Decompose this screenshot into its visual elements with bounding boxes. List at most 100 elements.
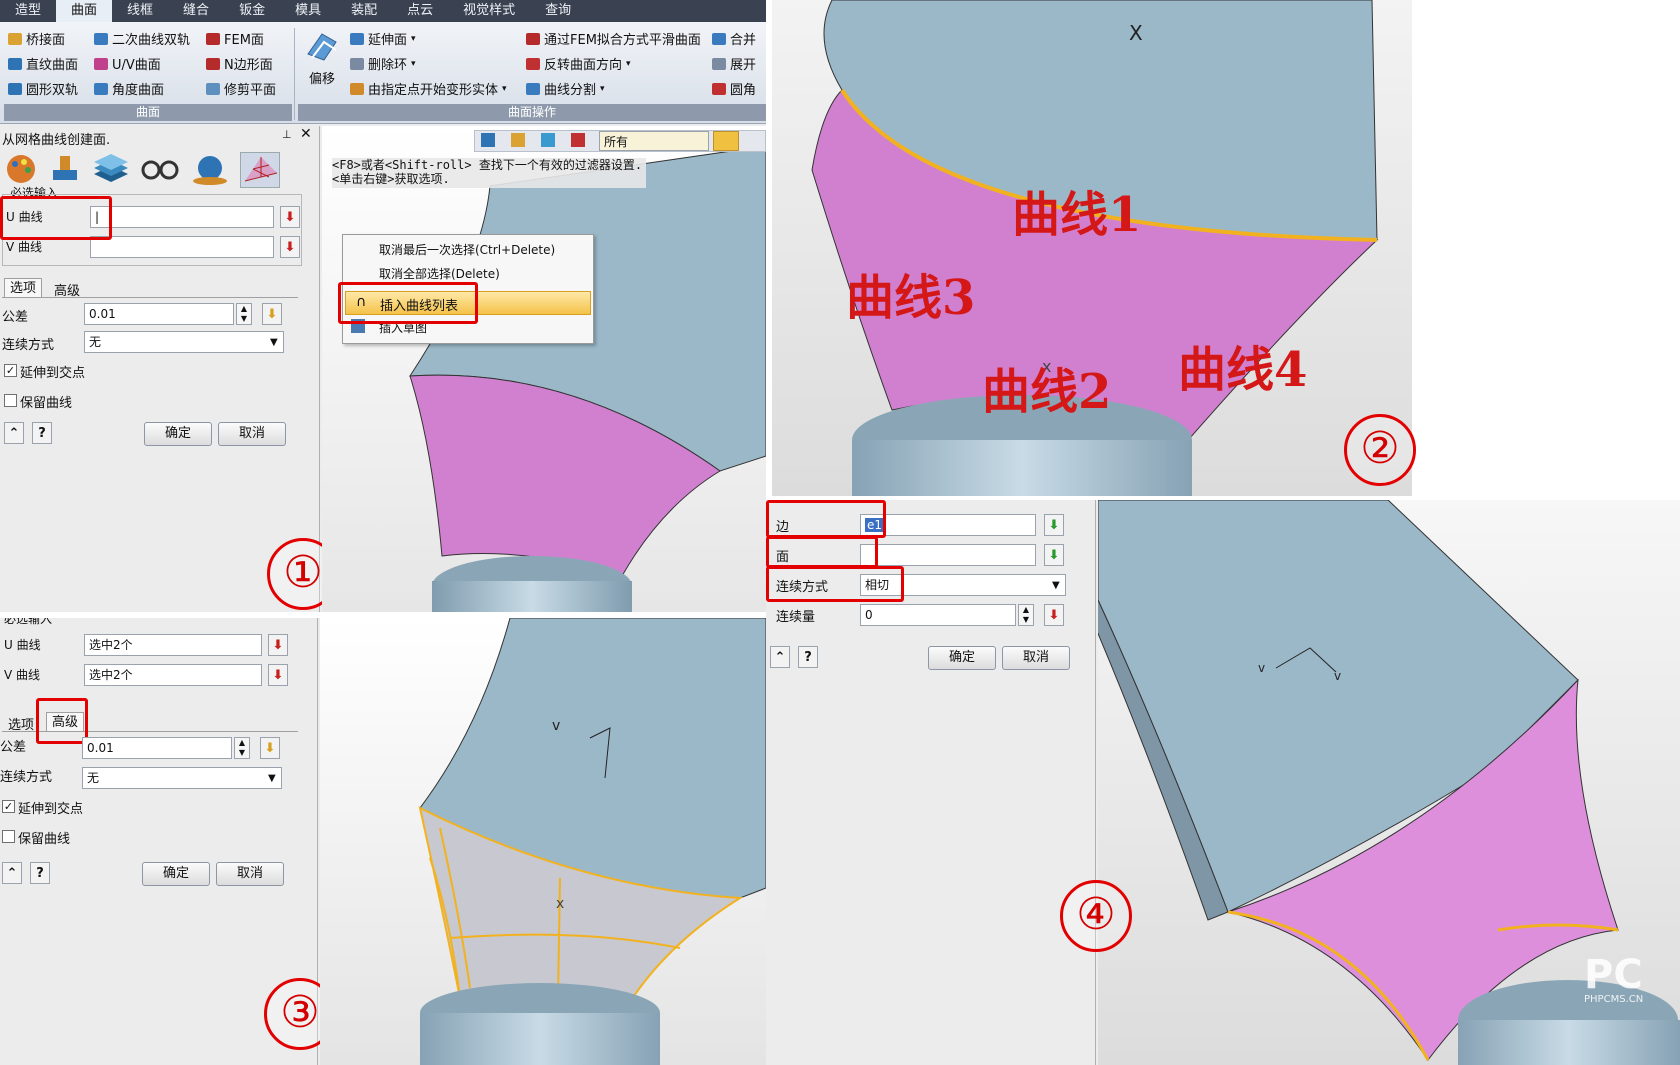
- tab-modeling[interactable]: 造型: [0, 0, 56, 22]
- continuity-amount-spinner[interactable]: ▲ ▼: [1018, 604, 1034, 626]
- extend-surface-button[interactable]: 延伸面 ▾: [350, 29, 416, 48]
- conic-dual-rail-button[interactable]: 二次曲线双轨: [94, 29, 190, 48]
- filter-select[interactable]: 所有: [599, 131, 709, 151]
- bridge-surface-button[interactable]: 桥接面: [8, 29, 65, 48]
- u-curve-pick-arrow-icon[interactable]: ⬇: [268, 634, 288, 656]
- circular-dual-rail-button[interactable]: 圆形双轨: [8, 79, 78, 98]
- v-curve-field[interactable]: [90, 236, 274, 258]
- pin-icon[interactable]: ⊥: [282, 128, 292, 141]
- svg-text:v: v: [1334, 669, 1341, 683]
- tab-wireframe[interactable]: 线框: [112, 0, 168, 22]
- continuity-amount-arrow-icon[interactable]: ⬇: [1044, 604, 1064, 626]
- sphere-icon[interactable]: [190, 152, 230, 186]
- u-curve-field[interactable]: |: [90, 206, 274, 228]
- curve-split-button[interactable]: 曲线分割 ▾: [526, 79, 605, 98]
- trim-plane-button[interactable]: 修剪平面: [206, 79, 276, 98]
- tab-sheetmetal[interactable]: 钣金: [224, 0, 280, 22]
- tab-surface[interactable]: 曲面: [56, 0, 113, 22]
- palette-icon[interactable]: [4, 152, 38, 186]
- cancel-button[interactable]: 取消: [216, 862, 284, 886]
- face-field[interactable]: [860, 544, 1036, 566]
- tolerance-label: 公差: [2, 310, 29, 325]
- v-curve-pick-arrow-icon[interactable]: ⬇: [280, 236, 300, 258]
- fem-smooth-button[interactable]: 通过FEM拟合方式平滑曲面: [526, 29, 701, 48]
- filter-apply-icon[interactable]: [713, 131, 739, 151]
- collapse-chevron-icon[interactable]: ⌃: [770, 646, 790, 668]
- select-icon[interactable]: [481, 133, 495, 147]
- merge-button[interactable]: 合并: [712, 29, 756, 48]
- group-label-surface: 曲面: [4, 104, 292, 121]
- tab-pointcloud[interactable]: 点云: [392, 0, 448, 22]
- stamp-icon[interactable]: [48, 152, 82, 186]
- help-icon[interactable]: ?: [798, 646, 818, 668]
- tolerance-pick-arrow-icon[interactable]: ⬇: [260, 737, 280, 759]
- continuity-select[interactable]: 无: [82, 767, 282, 789]
- continuity-select[interactable]: 无: [84, 331, 284, 353]
- svg-text:x: x: [556, 896, 564, 912]
- reverse-direction-button[interactable]: 反转曲面方向 ▾: [526, 54, 631, 73]
- chart-icon[interactable]: [571, 133, 585, 147]
- edge-pick-arrow-icon[interactable]: ⬇: [1044, 514, 1064, 536]
- tolerance-field[interactable]: 0.01: [84, 303, 234, 325]
- viewport-3: v x: [320, 618, 766, 1065]
- v-curve-field[interactable]: 选中2个: [84, 664, 262, 686]
- n-sided-surface-icon: [206, 57, 220, 70]
- deform-from-point-button[interactable]: 由指定点开始变形实体 ▾: [350, 79, 507, 98]
- v-curve-pick-arrow-icon[interactable]: ⬇: [268, 664, 288, 686]
- tolerance-spinner[interactable]: ▲ ▼: [236, 303, 252, 325]
- pencil-icon[interactable]: [511, 133, 525, 147]
- tab-assembly[interactable]: 装配: [336, 0, 392, 22]
- u-curve-label: U 曲线: [4, 638, 41, 652]
- fillet-button[interactable]: 圆角: [712, 79, 756, 98]
- menu-item-undo-all[interactable]: 取消全部选择(Delete): [379, 265, 500, 282]
- keep-curves-checkbox[interactable]: [2, 830, 15, 843]
- angle-surface-icon: [94, 82, 108, 95]
- glasses-icon[interactable]: [140, 152, 180, 186]
- ok-button[interactable]: 确定: [142, 862, 210, 886]
- unfold-button[interactable]: 展开: [712, 54, 756, 73]
- fem-surface-button[interactable]: FEM面: [206, 29, 264, 48]
- angle-surface-button[interactable]: 角度曲面: [94, 79, 164, 98]
- keep-curves-checkbox[interactable]: [4, 394, 17, 407]
- menu-item-undo-last[interactable]: 取消最后一次选择(Ctrl+Delete): [379, 241, 555, 258]
- face-pick-arrow-icon[interactable]: ⬇: [1044, 544, 1064, 566]
- tab-query[interactable]: 查询: [530, 0, 586, 22]
- layers-icon[interactable]: [92, 152, 130, 186]
- offset-button[interactable]: 偏移: [302, 28, 342, 98]
- uv-surface-icon: [94, 57, 108, 70]
- continuity-amount-field[interactable]: 0: [860, 604, 1016, 626]
- cancel-button[interactable]: 取消: [218, 422, 286, 446]
- n-sided-surface-button[interactable]: N边形面: [206, 54, 273, 73]
- tab-visual-style[interactable]: 视觉样式: [448, 0, 530, 22]
- cancel-button[interactable]: 取消: [1002, 646, 1070, 670]
- angle-surface-label: 角度曲面: [112, 83, 165, 98]
- u-curve-field[interactable]: 选中2个: [84, 634, 262, 656]
- chevron-down-icon: ▾: [600, 83, 605, 94]
- tolerance-spinner[interactable]: ▲ ▼: [234, 737, 250, 759]
- close-icon[interactable]: ✕: [300, 126, 312, 142]
- help-icon[interactable]: ?: [30, 862, 50, 884]
- ok-button[interactable]: 确定: [144, 422, 212, 446]
- edge-field[interactable]: e1: [860, 514, 1036, 536]
- tolerance-pick-arrow-icon[interactable]: ⬇: [262, 303, 282, 325]
- cube-icon[interactable]: [541, 133, 555, 147]
- mesh-grid-icon[interactable]: [240, 152, 280, 188]
- tab-stitch[interactable]: 缝合: [168, 0, 224, 22]
- extend-to-intersection-checkbox[interactable]: ✓: [4, 364, 17, 377]
- svg-text:v: v: [1258, 661, 1265, 675]
- extend-to-intersection-checkbox[interactable]: ✓: [2, 800, 15, 813]
- fem-smooth-label: 通过FEM拟合方式平滑曲面: [544, 33, 701, 48]
- ok-button[interactable]: 确定: [928, 646, 996, 670]
- ruled-surface-button[interactable]: 直纹曲面: [8, 54, 78, 73]
- collapse-chevron-icon[interactable]: ⌃: [2, 862, 22, 884]
- help-icon[interactable]: ?: [32, 422, 52, 444]
- tab-options[interactable]: 选项: [4, 278, 42, 298]
- tab-mold[interactable]: 模具: [280, 0, 336, 22]
- uv-surface-button[interactable]: U/V曲面: [94, 54, 161, 73]
- delete-loop-button[interactable]: 删除环 ▾: [350, 54, 416, 73]
- fem-smooth-icon: [526, 32, 540, 45]
- delete-loop-label: 删除环: [368, 58, 408, 73]
- tolerance-field[interactable]: 0.01: [82, 737, 232, 759]
- u-curve-pick-arrow-icon[interactable]: ⬇: [280, 206, 300, 228]
- collapse-chevron-icon[interactable]: ⌃: [4, 422, 24, 444]
